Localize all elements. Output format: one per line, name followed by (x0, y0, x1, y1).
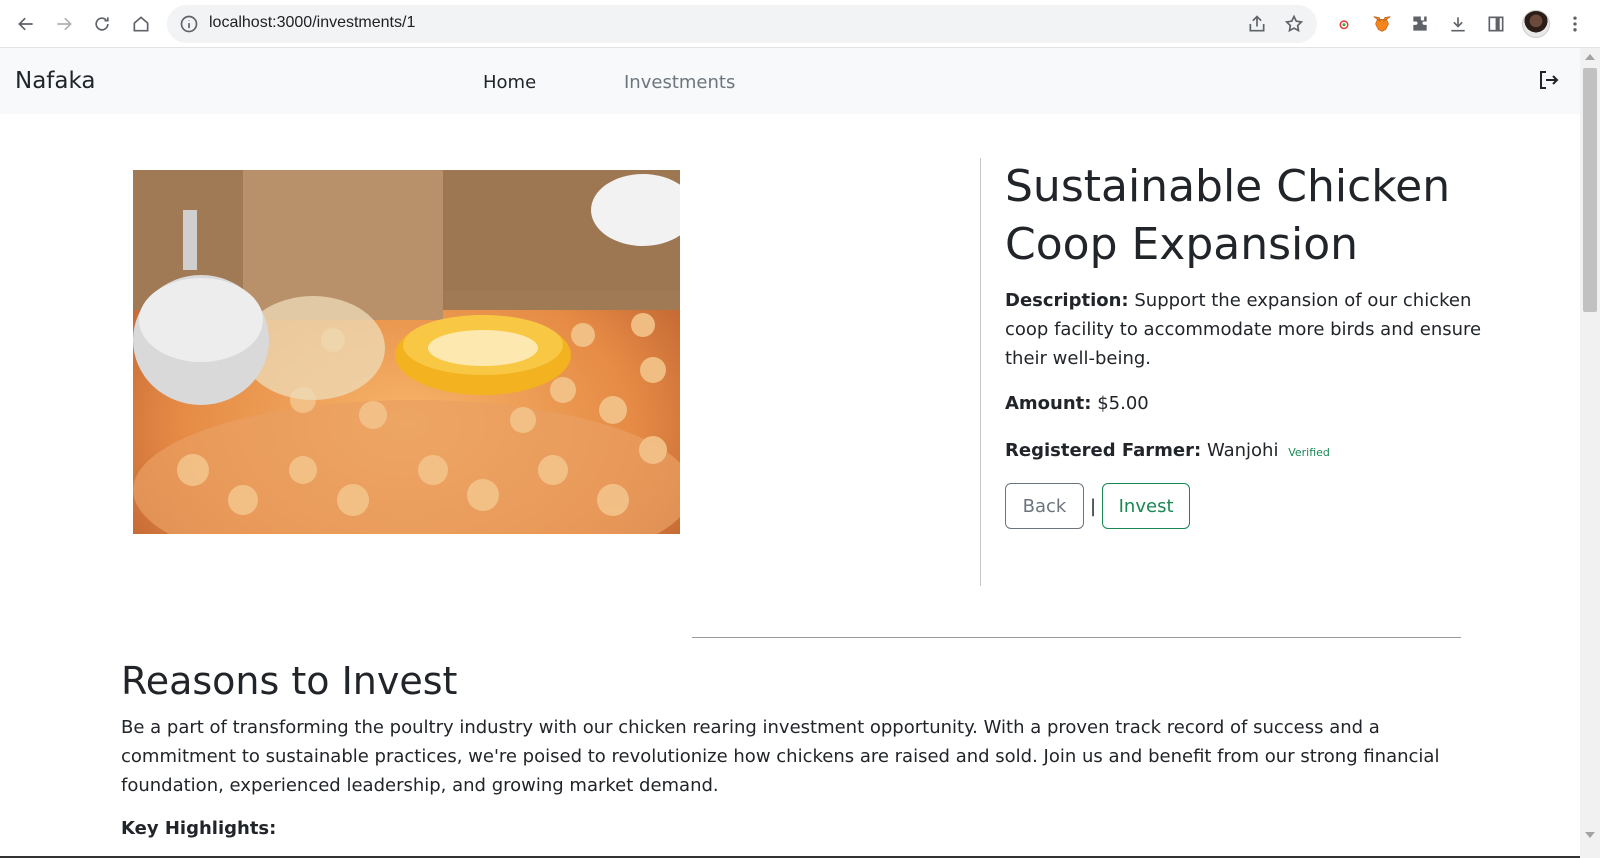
registered-farmer: Registered Farmer: Wanjohi Verified (1005, 436, 1485, 467)
reasons-title: Reasons to Invest (121, 659, 458, 703)
bookmark-star-icon[interactable] (1284, 14, 1304, 34)
reload-icon[interactable] (90, 12, 114, 36)
investment-image (133, 170, 680, 534)
download-icon[interactable] (1446, 12, 1470, 36)
app-navbar: Nafaka Home Investments (0, 48, 1580, 114)
invest-button[interactable]: Invest (1102, 483, 1191, 529)
scroll-thumb[interactable] (1583, 68, 1597, 312)
investment-amount: Amount: $5.00 (1005, 389, 1485, 418)
brand-logo[interactable]: Nafaka (15, 68, 96, 94)
vertical-divider (980, 158, 981, 586)
share-icon[interactable] (1247, 14, 1267, 34)
back-arrow-icon[interactable] (14, 12, 38, 36)
farmer-label: Registered Farmer: (1005, 440, 1202, 461)
metamask-fox-icon[interactable] (1370, 12, 1394, 36)
farmer-name: Wanjohi (1206, 440, 1279, 461)
reasons-section: Reasons to Invest Be a part of transform… (121, 655, 1471, 839)
verified-badge: Verified (1288, 446, 1330, 459)
description-label: Description: (1005, 290, 1129, 311)
scroll-down-arrow-icon[interactable] (1585, 832, 1595, 838)
forward-arrow-icon[interactable] (52, 12, 76, 36)
nav-link-home[interactable]: Home (483, 72, 536, 93)
action-buttons: Back | Invest (1005, 483, 1485, 529)
logout-icon[interactable] (1536, 68, 1560, 92)
investment-title: Sustainable Chicken Coop Expansion (1005, 161, 1451, 270)
button-separator: | (1090, 495, 1097, 517)
extensions-puzzle-icon[interactable] (1408, 12, 1432, 36)
reasons-text: Be a part of transforming the poultry in… (121, 717, 1440, 796)
browser-toolbar: localhost:3000/investments/1 (0, 0, 1600, 48)
url-text[interactable]: localhost:3000/investments/1 (209, 14, 415, 32)
nav-link-investments[interactable]: Investments (624, 72, 735, 93)
page-scrollbar[interactable] (1580, 48, 1600, 858)
scroll-up-arrow-icon[interactable] (1585, 54, 1595, 60)
key-highlights-heading: Key Highlights: (121, 818, 277, 839)
extension-badge-icon[interactable] (1332, 12, 1356, 36)
back-button[interactable]: Back (1005, 483, 1084, 529)
side-panel-icon[interactable] (1484, 12, 1508, 36)
amount-label: Amount: (1005, 393, 1092, 414)
amount-value: $5.00 (1097, 393, 1149, 414)
investment-description: Description: Support the expansion of ou… (1005, 286, 1485, 373)
browser-menu-icon[interactable] (1563, 12, 1587, 36)
home-icon[interactable] (129, 12, 153, 36)
address-bar[interactable]: localhost:3000/investments/1 (167, 5, 1317, 43)
site-info-icon[interactable] (179, 14, 199, 34)
section-divider (692, 637, 1461, 638)
investment-details: Sustainable Chicken Coop Expansion Descr… (1005, 158, 1485, 529)
profile-avatar[interactable] (1522, 10, 1550, 38)
